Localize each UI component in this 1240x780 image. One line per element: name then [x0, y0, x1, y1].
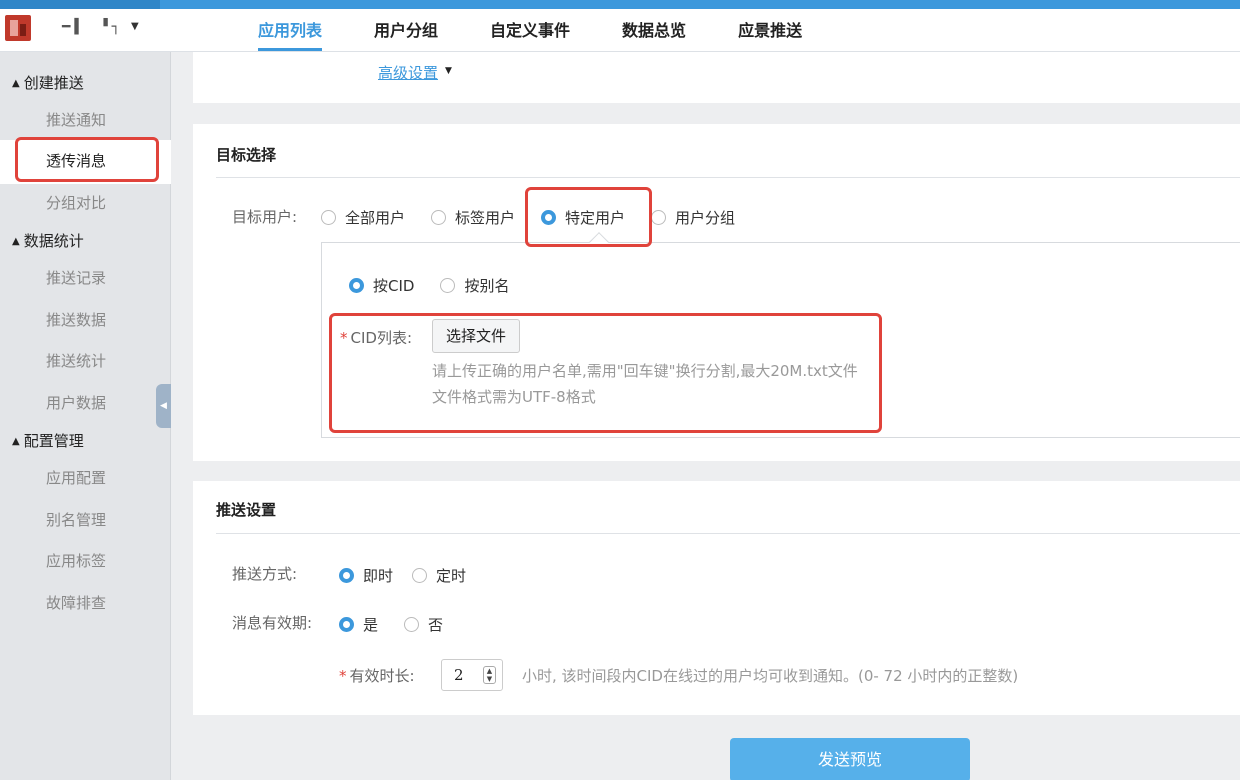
radio-checked-icon	[339, 568, 354, 583]
sidebar-collapse-icon[interactable]: ◀	[156, 384, 171, 428]
sidebar-group-label: 数据统计	[23, 232, 84, 250]
choose-file-button[interactable]: 选择文件	[432, 319, 520, 353]
duration-hint: 小时, 该时间段内CID在线过的用户均可收到通知。(0- 72 小时内的正整数)	[522, 667, 1019, 685]
cid-list-label-text: CID列表:	[350, 329, 413, 347]
sidebar-item-push-notification[interactable]: 推送通知	[46, 109, 106, 130]
target-user-label: 目标用户:	[232, 208, 298, 226]
tab-data-overview[interactable]: 数据总览	[596, 9, 712, 52]
upload-hint: 请上传正确的用户名单,需用"回车键"换行分割,最大20M.txt文件	[432, 362, 858, 380]
radio-immediate[interactable]: 即时	[339, 565, 393, 586]
radio-label: 是	[363, 616, 379, 634]
radio-all-users[interactable]: 全部用户	[321, 207, 405, 228]
app-name: ━▌ ▝┐	[62, 19, 125, 35]
radio-scheduled[interactable]: 定时	[412, 565, 466, 586]
radio-label: 按CID	[373, 277, 415, 295]
target-section-title: 目标选择	[216, 146, 277, 164]
sidebar-item-user-data[interactable]: 用户数据	[46, 392, 106, 413]
tab-user-groups[interactable]: 用户分组	[348, 9, 464, 52]
radio-checked-icon	[349, 278, 364, 293]
duration-label: * 有效时长:	[339, 665, 415, 686]
duration-value: 2	[454, 666, 464, 684]
radio-label: 特定用户	[565, 209, 626, 227]
advanced-card: 高级设置 ▼	[193, 52, 1240, 103]
radio-label: 即时	[363, 567, 394, 585]
sidebar-item-push-stats[interactable]: 推送统计	[46, 350, 106, 371]
radio-label: 按别名	[464, 277, 510, 295]
sidebar-group-create-push[interactable]: ▲ 创建推送	[12, 72, 84, 93]
top-bar: ━▌ ▝┐ ▼ 应用列表 用户分组 自定义事件 数据总览 应景推送	[0, 9, 1240, 52]
duration-number-input[interactable]: 2 ▲ ▼	[441, 659, 503, 691]
validity-radios: 是 否	[339, 614, 469, 635]
radio-by-alias[interactable]: 按别名	[440, 275, 509, 296]
sidebar-group-label: 配置管理	[23, 432, 84, 450]
radio-label: 标签用户	[455, 209, 516, 227]
panel-notch	[589, 232, 609, 252]
sidebar-item-passthrough-message[interactable]: 透传消息	[46, 150, 106, 171]
radio-icon	[412, 568, 428, 583]
main-content: 高级设置 ▼ 目标选择 目标用户: 全部用户 标签用户 特定用户 用户分组 按C…	[171, 52, 1240, 780]
top-accent-segment	[0, 0, 160, 9]
radio-validity-no[interactable]: 否	[404, 614, 443, 635]
radio-label: 用户分组	[675, 209, 736, 227]
radio-label: 否	[428, 616, 444, 634]
tab-custom-events[interactable]: 自定义事件	[464, 9, 596, 52]
advanced-settings-link[interactable]: 高级设置	[378, 62, 438, 83]
specific-users-panel: 按CID 按别名 * CID列表: 选择文件 请上传正确的用户名单,需用"回车键"…	[321, 232, 1240, 438]
push-settings-card: 推送设置 推送方式: 即时 定时 消息有效期: 是 否 * 有效时长: 2 ▲ ▼ …	[193, 481, 1240, 715]
required-asterisk: *	[339, 667, 347, 685]
radio-by-cid[interactable]: 按CID	[349, 275, 414, 296]
spinner-icon[interactable]: ▲ ▼	[483, 666, 496, 684]
caret-down-icon: ▼	[445, 66, 452, 76]
radio-checked-icon	[339, 617, 354, 632]
tab-app-list[interactable]: 应用列表	[232, 9, 348, 52]
sidebar-item-group-compare[interactable]: 分组对比	[46, 192, 106, 213]
sidebar: ▲ 创建推送 推送通知 透传消息 分组对比 ▲ 数据统计 推送记录 推送数据 推送统…	[0, 52, 171, 780]
app-logo-icon	[5, 15, 31, 41]
sidebar-item-app-config[interactable]: 应用配置	[46, 467, 106, 488]
triangle-up-icon: ▲	[12, 236, 20, 247]
triangle-up-icon: ▲	[12, 436, 20, 447]
duration-label-text: 有效时长:	[349, 667, 415, 685]
radio-icon	[440, 278, 456, 293]
sidebar-item-app-tags[interactable]: 应用标签	[46, 550, 106, 571]
radio-icon	[431, 210, 447, 225]
push-method-label: 推送方式:	[232, 565, 298, 583]
radio-icon	[651, 210, 667, 225]
tab-seasonal-push[interactable]: 应景推送	[712, 9, 828, 52]
divider	[216, 533, 1240, 534]
radio-tag-users[interactable]: 标签用户	[431, 207, 515, 228]
top-nav: 应用列表 用户分组 自定义事件 数据总览 应景推送	[232, 9, 828, 52]
divider	[216, 177, 1240, 178]
radio-icon	[404, 617, 420, 632]
cid-mode-radios: 按CID 按别名	[349, 275, 535, 296]
sidebar-item-push-data[interactable]: 推送数据	[46, 309, 106, 330]
radio-specific-users[interactable]: 特定用户	[541, 207, 625, 228]
send-preview-button[interactable]: 发送预览	[730, 738, 970, 780]
radio-icon	[321, 210, 336, 225]
encoding-hint: 文件格式需为UTF-8格式	[432, 388, 596, 406]
radio-checked-icon	[541, 210, 557, 225]
radio-label: 全部用户	[345, 209, 406, 227]
radio-validity-yes[interactable]: 是	[339, 614, 378, 635]
top-accent-strip	[0, 0, 1240, 9]
sidebar-item-push-records[interactable]: 推送记录	[46, 267, 106, 288]
sidebar-item-troubleshoot[interactable]: 故障排查	[46, 592, 106, 613]
push-section-title: 推送设置	[216, 501, 277, 519]
sidebar-group-label: 创建推送	[23, 74, 84, 92]
sidebar-item-alias-manage[interactable]: 别名管理	[46, 509, 106, 530]
cid-list-label: * CID列表:	[340, 327, 412, 348]
app-switcher-caret-icon[interactable]: ▼	[131, 21, 139, 32]
push-method-radios: 即时 定时	[339, 565, 492, 586]
sidebar-group-statistics[interactable]: ▲ 数据统计	[12, 230, 84, 251]
validity-label: 消息有效期:	[232, 614, 313, 632]
target-card: 目标选择 目标用户: 全部用户 标签用户 特定用户 用户分组 按CID 按别名 …	[193, 124, 1240, 461]
radio-user-group[interactable]: 用户分组	[651, 207, 735, 228]
required-asterisk: *	[340, 329, 348, 347]
triangle-up-icon: ▲	[12, 78, 20, 89]
target-user-radios: 全部用户 标签用户 特定用户 用户分组	[321, 207, 761, 228]
sidebar-group-config[interactable]: ▲ 配置管理	[12, 430, 84, 451]
radio-label: 定时	[436, 567, 467, 585]
